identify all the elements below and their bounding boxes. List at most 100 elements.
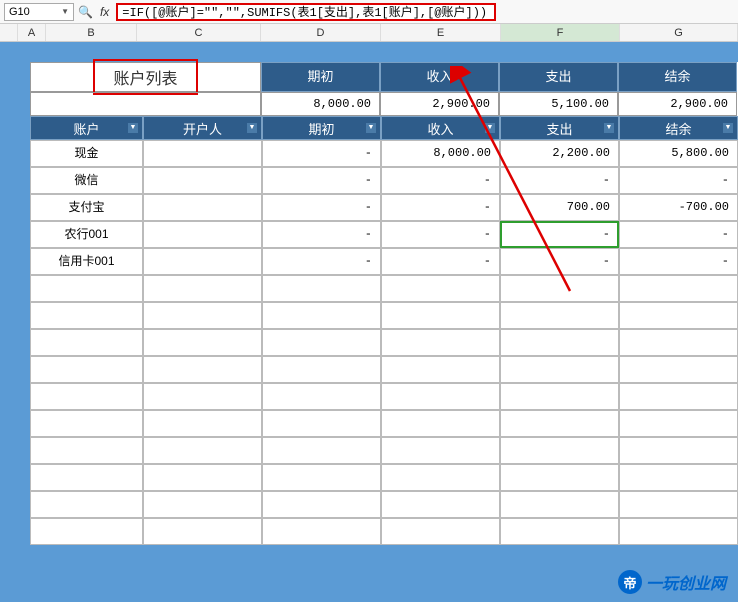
summary-val-3[interactable]: 2,900.00 [618,92,737,116]
cell[interactable] [262,464,381,491]
cell[interactable] [30,464,143,491]
cell[interactable] [143,491,262,518]
cell[interactable]: - [262,194,381,221]
cell[interactable] [143,518,262,545]
cell[interactable] [30,329,143,356]
summary-hdr-3[interactable]: 结余 [618,62,737,92]
th-expense[interactable]: 支出▼ [500,116,619,140]
cell[interactable]: - [262,221,381,248]
cell[interactable] [262,329,381,356]
cell[interactable]: - [500,167,619,194]
summary-hdr-1[interactable]: 收入 [380,62,499,92]
cell[interactable]: - [381,167,500,194]
cell[interactable] [619,383,738,410]
cell[interactable] [30,437,143,464]
cell[interactable]: 8,000.00 [381,140,500,167]
cell[interactable] [262,356,381,383]
summary-spacer[interactable] [30,92,261,116]
cell[interactable] [619,302,738,329]
cell[interactable] [143,410,262,437]
cell[interactable]: 微信 [30,167,143,194]
cell[interactable] [30,491,143,518]
cell[interactable]: - [381,194,500,221]
summary-hdr-2[interactable]: 支出 [499,62,618,92]
filter-icon[interactable]: ▼ [365,122,377,134]
cell[interactable]: 现金 [30,140,143,167]
cell[interactable] [30,275,143,302]
cell[interactable]: - [262,140,381,167]
col-header-G[interactable]: G [620,24,738,41]
cell[interactable] [381,329,500,356]
cell[interactable] [619,437,738,464]
th-balance[interactable]: 结余▼ [619,116,738,140]
cell[interactable] [30,518,143,545]
cell[interactable] [143,221,262,248]
cell[interactable] [619,464,738,491]
cell[interactable] [262,491,381,518]
cell[interactable] [30,410,143,437]
cell[interactable] [143,248,262,275]
cell[interactable] [619,410,738,437]
filter-icon[interactable]: ▼ [722,122,734,134]
cell[interactable]: - [500,221,619,248]
th-opening[interactable]: 期初▼ [262,116,381,140]
cell[interactable] [262,437,381,464]
cell[interactable] [30,302,143,329]
th-owner[interactable]: 开户人▼ [143,116,262,140]
cell[interactable] [262,302,381,329]
cell[interactable] [143,464,262,491]
formula-input[interactable]: =IF([@账户]="","",SUMIFS(表1[支出],表1[账户],[@账… [116,3,496,21]
th-income[interactable]: 收入▼ [381,116,500,140]
filter-icon[interactable]: ▼ [603,122,615,134]
summary-val-1[interactable]: 2,900.00 [380,92,499,116]
cell[interactable]: - [381,221,500,248]
filter-icon[interactable]: ▼ [246,122,258,134]
name-box[interactable]: G10 ▼ [4,3,74,21]
cell[interactable]: - [619,221,738,248]
cell[interactable] [381,356,500,383]
cell[interactable] [619,275,738,302]
cell[interactable]: - [262,167,381,194]
cell[interactable] [262,518,381,545]
cell[interactable] [262,410,381,437]
filter-icon[interactable]: ▼ [484,122,496,134]
cell[interactable] [381,302,500,329]
col-header-D[interactable]: D [261,24,381,41]
cell[interactable] [500,275,619,302]
summary-val-2[interactable]: 5,100.00 [499,92,618,116]
cell[interactable] [143,356,262,383]
cell[interactable] [500,437,619,464]
cell[interactable] [143,302,262,329]
cell[interactable] [381,464,500,491]
col-header-C[interactable]: C [137,24,261,41]
cell[interactable] [381,383,500,410]
cell[interactable] [619,491,738,518]
cell[interactable] [381,518,500,545]
summary-hdr-0[interactable]: 期初 [261,62,380,92]
col-header-B[interactable]: B [46,24,137,41]
col-header-F[interactable]: F [501,24,620,41]
cell[interactable]: -700.00 [619,194,738,221]
th-account[interactable]: 账户▼ [30,116,143,140]
cell[interactable] [500,383,619,410]
cell[interactable]: - [619,167,738,194]
cell[interactable] [143,167,262,194]
cell[interactable] [381,410,500,437]
cell[interactable] [500,302,619,329]
search-icon[interactable]: 🔍 [78,5,93,19]
cell[interactable] [30,383,143,410]
cell[interactable] [143,437,262,464]
cell[interactable] [500,518,619,545]
cell[interactable] [30,356,143,383]
col-header-A[interactable]: A [18,24,46,41]
cell[interactable]: - [262,248,381,275]
cell[interactable] [500,329,619,356]
cell[interactable] [262,383,381,410]
cell[interactable] [262,275,381,302]
cell[interactable] [500,410,619,437]
cell[interactable]: 700.00 [500,194,619,221]
cell[interactable]: 信用卡001 [30,248,143,275]
cell[interactable] [381,491,500,518]
chevron-down-icon[interactable]: ▼ [61,7,69,16]
cell[interactable]: 5,800.00 [619,140,738,167]
